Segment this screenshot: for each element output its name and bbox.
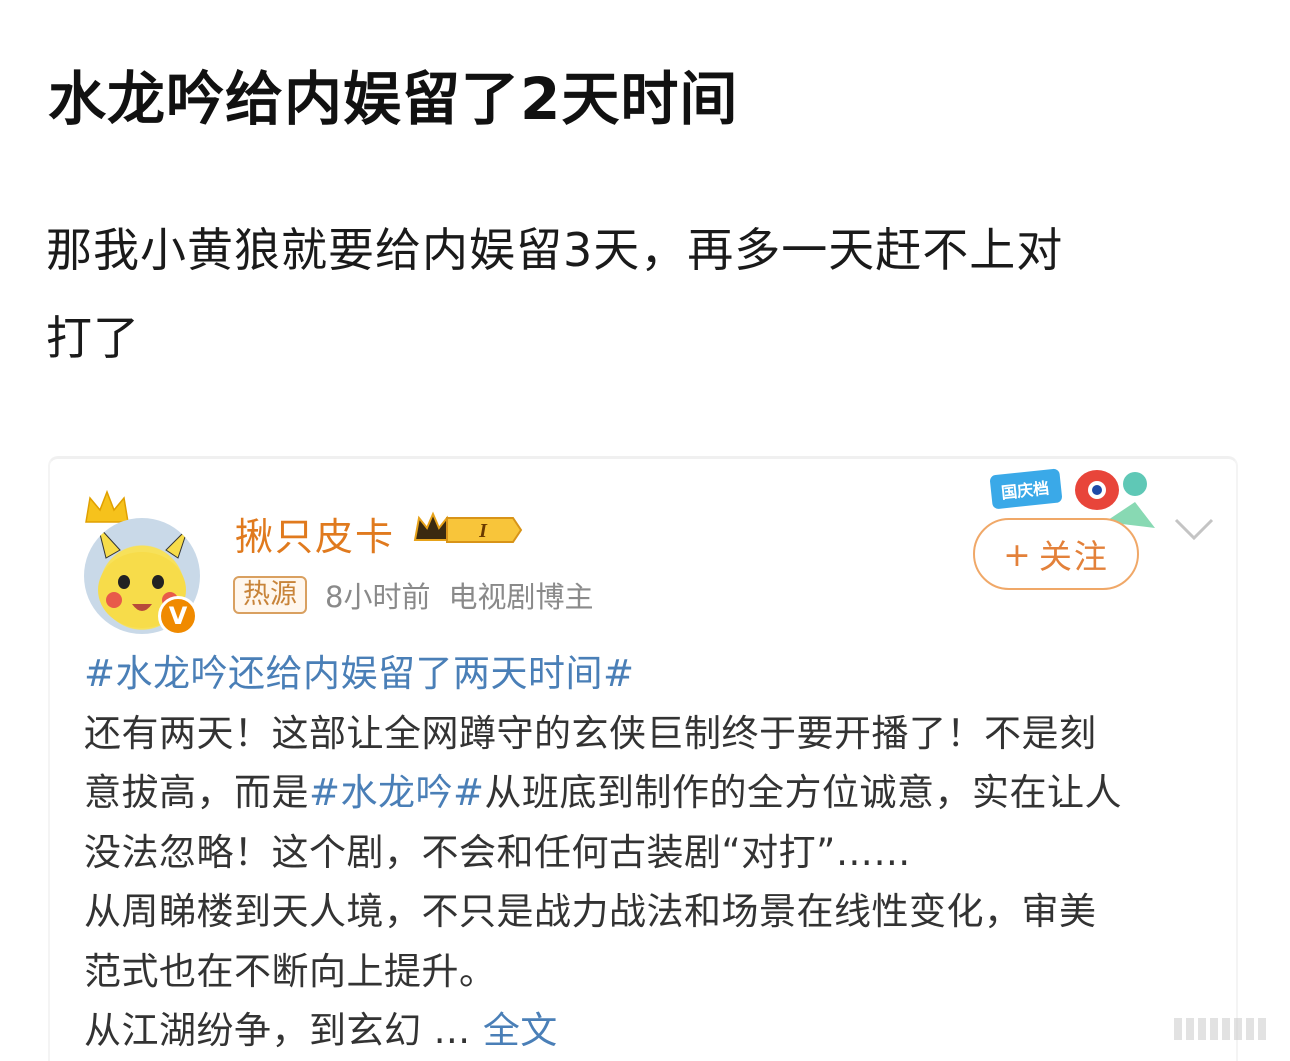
quoted-line: 没法忽略！这个剧，不会和任何古装剧“对打”…… (84, 830, 911, 874)
chevron-down-icon[interactable] (1172, 514, 1216, 544)
quoted-line: 范式也在不断向上提升。 (84, 949, 497, 993)
follow-button[interactable]: + 关注 (973, 518, 1139, 590)
vip-crown-badge-icon: I (413, 511, 523, 543)
quoted-line: 意拔高，而是#水龙吟#从班底到制作的全方位诚意，实在让人 (84, 771, 1123, 814)
follow-button-label: 关注 (1038, 537, 1109, 576)
vip-level-label: I (478, 520, 488, 542)
watermark-icon (1174, 1018, 1266, 1040)
quoted-line: 从周睇楼到天人境，不只是战力战法和场景在线性变化，审美 (84, 890, 1097, 933)
post-title: 水龙吟给内娱留了2天时间 (48, 65, 739, 133)
hashtag-link[interactable]: #水龙吟# (309, 771, 485, 814)
hot-source-badge: 热源 (233, 576, 307, 614)
post-body-line: 打了 (46, 311, 140, 365)
hashtag-link[interactable]: #水龙吟还给内娱留了两天时间# (84, 652, 635, 695)
post-screenshot: 水龙吟给内娱留了2天时间 那我小黄狼就要给内娱留3天，再多一天赶不上对 打了 V… (0, 0, 1290, 1061)
verified-badge-icon: V (158, 596, 198, 636)
plus-icon: + (1003, 534, 1033, 574)
quoted-line: 从江湖纷争，到玄幻 ... 全文 (84, 1009, 558, 1052)
avatar[interactable]: V (82, 488, 202, 636)
post-body-line: 那我小黄狼就要给内娱留3天，再多一天赶不上对 (46, 223, 1064, 277)
post-meta: 热源 8小时前 电视剧博主 (233, 574, 593, 616)
read-full-link[interactable]: 全文 (483, 1009, 558, 1052)
author-role: 电视剧博主 (448, 580, 594, 614)
post-time: 8小时前 (325, 580, 431, 614)
author-name[interactable]: 揪只皮卡 (235, 506, 395, 561)
quoted-post-text: #水龙吟还给内娱留了两天时间# 还有两天！这部让全网蹲守的玄侠巨制终于要开播了！… (84, 644, 1214, 1061)
quoted-line: 还有两天！这部让全网蹲守的玄侠巨制终于要开播了！不是刻 (84, 711, 1097, 755)
post-body: 那我小黄狼就要给内娱留3天，再多一天赶不上对 打了 (46, 206, 1226, 382)
